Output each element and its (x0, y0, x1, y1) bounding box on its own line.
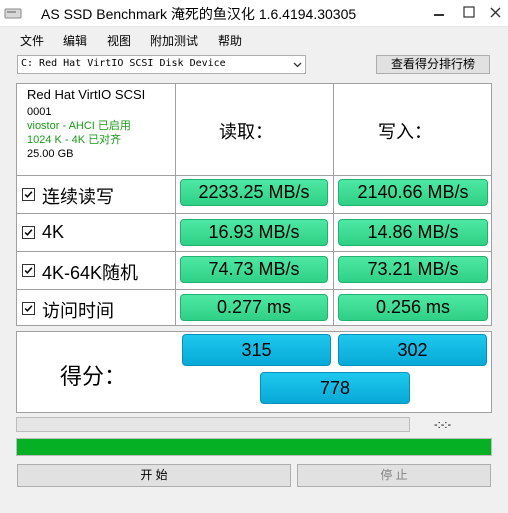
4k-64-read-result: 74.73 MB/s (180, 256, 328, 283)
grid-divider (16, 213, 492, 214)
elapsed-time: -:-:- (434, 419, 452, 431)
seq-write-result: 2140.66 MB/s (338, 179, 488, 206)
total-score: 778 (260, 372, 410, 404)
menu-edit[interactable]: 编辑 (63, 32, 87, 49)
minimize-icon[interactable] (424, 0, 454, 26)
overall-progress-bar (16, 438, 492, 456)
4k-label: 4K (42, 222, 65, 242)
grid-divider (175, 83, 176, 326)
4k-read-result: 16.93 MB/s (180, 219, 328, 246)
maximize-icon[interactable] (454, 0, 484, 26)
app-window: AS SSD Benchmark 淹死的鱼汉化 1.6.4194.30305 文… (0, 0, 508, 513)
4k-64-label: 4K-64K随机 (42, 263, 139, 283)
drive-name: Red Hat VirtIO SCSI (27, 87, 146, 102)
menu-view[interactable]: 视图 (107, 32, 131, 49)
chevron-down-icon[interactable] (293, 60, 302, 69)
drive-select[interactable]: C: Red Hat VirtIO SCSI Disk Device (17, 55, 306, 74)
overall-progress-fill (17, 439, 491, 455)
read-column-header: 读取： (219, 122, 273, 142)
access-time-read-result: 0.277 ms (180, 294, 328, 321)
write-column-header: 写入： (378, 122, 432, 142)
read-score: 315 (182, 334, 331, 366)
window-title: AS SSD Benchmark 淹死的鱼汉化 1.6.4194.30305 (41, 6, 357, 22)
grid-divider (16, 289, 492, 290)
seq-checkbox[interactable] (22, 188, 35, 201)
seq-read-result: 2233.25 MB/s (180, 179, 328, 206)
grid-divider (16, 175, 492, 176)
grid-divider (16, 251, 492, 252)
drive-info: Red Hat VirtIO SCSI 0001 viostor - AHCI … (27, 88, 145, 161)
menu-bar: 文件 编辑 视图 附加测试 帮助 (0, 27, 508, 51)
score-label: 得分： (60, 364, 127, 389)
drive-alignment-status: 1024 K - 4K 已对齐 (27, 134, 122, 146)
grid-divider (333, 83, 334, 326)
4k-checkbox[interactable] (22, 226, 35, 239)
disk-icon (4, 8, 22, 19)
drive-size: 25.00 GB (27, 148, 74, 160)
4k-64-write-result: 73.21 MB/s (338, 256, 488, 283)
drive-driver-status: viostor - AHCI 已启用 (27, 120, 131, 132)
test-progress-bar (16, 417, 410, 432)
stop-button[interactable]: 停 止 (297, 464, 491, 487)
title-bar[interactable]: AS SSD Benchmark 淹死的鱼汉化 1.6.4194.30305 (0, 0, 508, 27)
menu-extra-tests[interactable]: 附加测试 (150, 32, 198, 49)
seq-label: 连续读写 (42, 187, 114, 207)
view-ranking-button[interactable]: 查看得分排行榜 (376, 55, 490, 74)
access-time-checkbox[interactable] (22, 302, 35, 315)
4k-64-checkbox[interactable] (22, 264, 35, 277)
start-button[interactable]: 开 始 (17, 464, 291, 487)
menu-help[interactable]: 帮助 (218, 32, 242, 49)
close-icon[interactable] (484, 0, 508, 26)
4k-write-result: 14.86 MB/s (338, 219, 488, 246)
access-time-label: 访问时间 (42, 301, 114, 321)
write-score: 302 (338, 334, 487, 366)
drive-firmware: 0001 (27, 106, 52, 118)
access-time-write-result: 0.256 ms (338, 294, 488, 321)
menu-file[interactable]: 文件 (20, 32, 44, 49)
drive-select-value: C: Red Hat VirtIO SCSI Disk Device (21, 58, 226, 69)
